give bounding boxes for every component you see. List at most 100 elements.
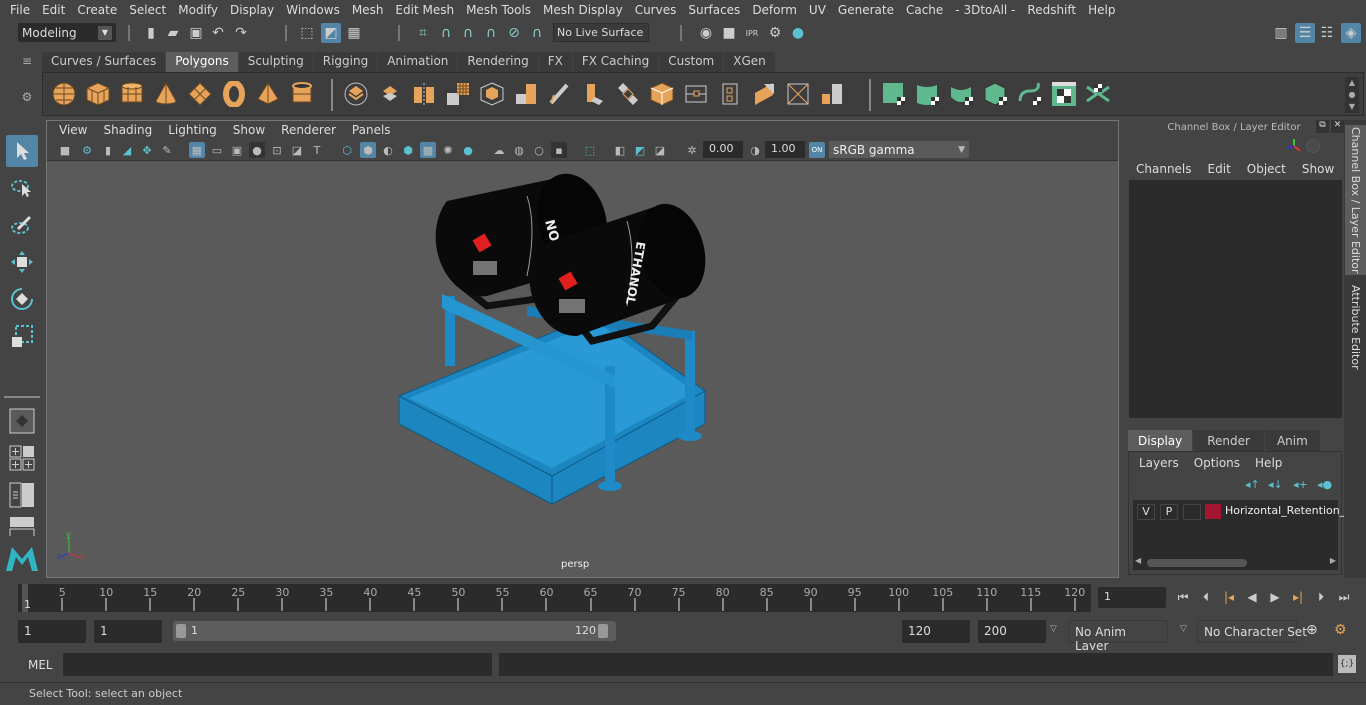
snap-live-icon[interactable]: ⊘ — [505, 24, 523, 42]
float-panel-icon[interactable]: ⧉ — [1316, 120, 1329, 133]
gamma-icon[interactable]: ◑ — [747, 142, 763, 158]
move-tool-icon[interactable] — [6, 246, 38, 278]
poly-sphere-icon[interactable] — [51, 81, 77, 107]
remesh-icon[interactable] — [513, 81, 539, 107]
poly-pipe-icon[interactable] — [289, 81, 315, 107]
cb-menu-edit[interactable]: Edit — [1208, 162, 1231, 176]
fill-hole-icon[interactable] — [785, 81, 811, 107]
smooth-shade-icon[interactable]: ⬢ — [360, 142, 376, 158]
select-object-icon[interactable]: ◩ — [321, 23, 341, 43]
shelf-tab-polygons[interactable]: Polygons — [166, 52, 238, 72]
snap-point-icon[interactable]: ∩ — [459, 24, 477, 42]
layer-tab-render[interactable]: Render — [1193, 430, 1264, 452]
render-current-frame-icon[interactable]: ■ — [720, 24, 738, 42]
workspace-icon[interactable]: ▥ — [1272, 24, 1290, 42]
snap-vertex-icon[interactable]: ∩ — [528, 24, 546, 42]
camera-attributes-icon[interactable]: ⚙ — [79, 142, 95, 158]
merge-icon[interactable] — [819, 81, 845, 107]
use-all-lights-icon[interactable]: ✺ — [440, 142, 456, 158]
animation-start-field[interactable]: 1 — [18, 620, 86, 643]
shelf-tab-sculpting[interactable]: Sculpting — [238, 52, 313, 72]
multi-cut-icon[interactable] — [547, 81, 573, 107]
field-chart-icon[interactable]: ⊡ — [269, 142, 285, 158]
layer-tab-display[interactable]: Display — [1128, 430, 1193, 452]
shelf-tab-fx-caching[interactable]: FX Caching — [572, 52, 659, 72]
wireframe-on-shaded-icon[interactable]: ⬢ — [400, 142, 416, 158]
uv-editor-icon[interactable] — [1051, 81, 1077, 107]
separate-icon[interactable] — [377, 81, 403, 107]
animation-end-field[interactable]: 200 — [978, 620, 1046, 643]
poly-cylinder-icon[interactable] — [119, 81, 145, 107]
safe-title-icon[interactable]: T — [309, 142, 325, 158]
character-set-dropdown-icon[interactable]: ▽ — [1180, 624, 1187, 634]
auto-key-icon[interactable]: ⊕ — [1306, 622, 1324, 640]
menu-windows[interactable]: Windows — [280, 3, 346, 17]
rotate-tool-icon[interactable] — [6, 283, 38, 315]
layer-list-hscrollbar[interactable]: ◀ ▶ — [1135, 556, 1336, 568]
layer-color-swatch[interactable] — [1205, 504, 1221, 519]
layer-playback-toggle[interactable]: P — [1160, 504, 1178, 520]
menu-redshift[interactable]: Redshift — [1021, 3, 1082, 17]
shelf-tab-animation[interactable]: Animation — [378, 52, 458, 72]
paint-select-tool-icon[interactable] — [6, 209, 38, 241]
shelf-scroll[interactable]: ▲ ● ▼ — [1345, 77, 1359, 113]
playback-start-field[interactable]: 1 — [94, 620, 162, 643]
reduce-icon[interactable] — [479, 81, 505, 107]
gate-mask-icon[interactable]: ● — [249, 142, 265, 158]
layer-menu-layers[interactable]: Layers — [1139, 456, 1179, 470]
menu-mesh[interactable]: Mesh — [346, 3, 390, 17]
play-forwards-icon[interactable]: ▶ — [1267, 589, 1283, 605]
xray-components-icon[interactable]: ◪ — [652, 142, 668, 158]
menu-deform[interactable]: Deform — [746, 3, 803, 17]
live-surface-field[interactable]: No Live Surface — [553, 23, 649, 42]
script-editor-icon[interactable]: {;} — [1338, 655, 1356, 673]
menu-generate[interactable]: Generate — [832, 3, 900, 17]
insert-edge-loop-icon[interactable] — [683, 81, 709, 107]
hypershade-icon[interactable]: ● — [789, 24, 807, 42]
playback-end-field[interactable]: 120 — [902, 620, 970, 643]
poly-pyramid-icon[interactable] — [255, 81, 281, 107]
render-settings-icon[interactable]: ⚙ — [766, 24, 784, 42]
layer-menu-options[interactable]: Options — [1194, 456, 1240, 470]
menu-create[interactable]: Create — [71, 3, 123, 17]
snap-view-plane-icon[interactable]: ∩ — [482, 24, 500, 42]
menu-mesh-display[interactable]: Mesh Display — [537, 3, 629, 17]
cb-menu-object[interactable]: Object — [1247, 162, 1286, 176]
poly-torus-icon[interactable] — [221, 81, 247, 107]
shelf-tab-xgen[interactable]: XGen — [724, 52, 775, 72]
motion-blur-icon[interactable]: ◍ — [511, 142, 527, 158]
select-tool-icon[interactable] — [6, 135, 38, 167]
shelf-tab-rigging[interactable]: Rigging — [313, 52, 378, 72]
color-management-toggle[interactable]: ON — [809, 142, 825, 158]
scene-model[interactable]: NOL ETHANOL — [387, 166, 727, 511]
layer-menu-help[interactable]: Help — [1255, 456, 1282, 470]
vp-menu-view[interactable]: View — [51, 123, 95, 137]
new-scene-icon[interactable]: ▮ — [142, 24, 160, 42]
select-hierarchy-icon[interactable]: ⬚ — [298, 24, 316, 42]
layer-display-type-toggle[interactable] — [1183, 504, 1201, 520]
combine-icon[interactable] — [343, 81, 369, 107]
shelf-tab-custom[interactable]: Custom — [659, 52, 724, 72]
menu-file[interactable]: File — [4, 3, 36, 17]
select-camera-icon[interactable]: ■ — [57, 142, 73, 158]
move-layer-down-icon[interactable]: ◂↓ — [1268, 478, 1283, 491]
menu-curves[interactable]: Curves — [629, 3, 683, 17]
textured-icon[interactable]: ▩ — [420, 142, 436, 158]
range-handle-end[interactable] — [598, 624, 608, 638]
range-handle-start[interactable] — [176, 624, 186, 638]
smooth-icon[interactable] — [445, 81, 471, 107]
step-forward-key-icon[interactable]: ⏵ — [1313, 589, 1329, 605]
channel-list[interactable] — [1129, 180, 1342, 418]
menu-display[interactable]: Display — [224, 3, 280, 17]
isolate-select-icon[interactable]: ⬚ — [582, 142, 598, 158]
depth-of-field-icon[interactable]: ▪ — [551, 142, 567, 158]
shadows-icon[interactable]: ● — [460, 142, 476, 158]
snap-grid-icon[interactable]: ⌗ — [414, 24, 432, 42]
current-frame-field[interactable]: 1 — [1098, 587, 1166, 608]
uv-spherical-icon[interactable] — [949, 81, 975, 107]
shelf-settings-icon[interactable]: ⚙ — [18, 90, 36, 108]
safe-action-icon[interactable]: ◪ — [289, 142, 305, 158]
four-view-layout-icon[interactable] — [6, 442, 38, 474]
vp-menu-show[interactable]: Show — [225, 123, 273, 137]
animation-preferences-icon[interactable]: ⚙ — [1334, 622, 1352, 640]
